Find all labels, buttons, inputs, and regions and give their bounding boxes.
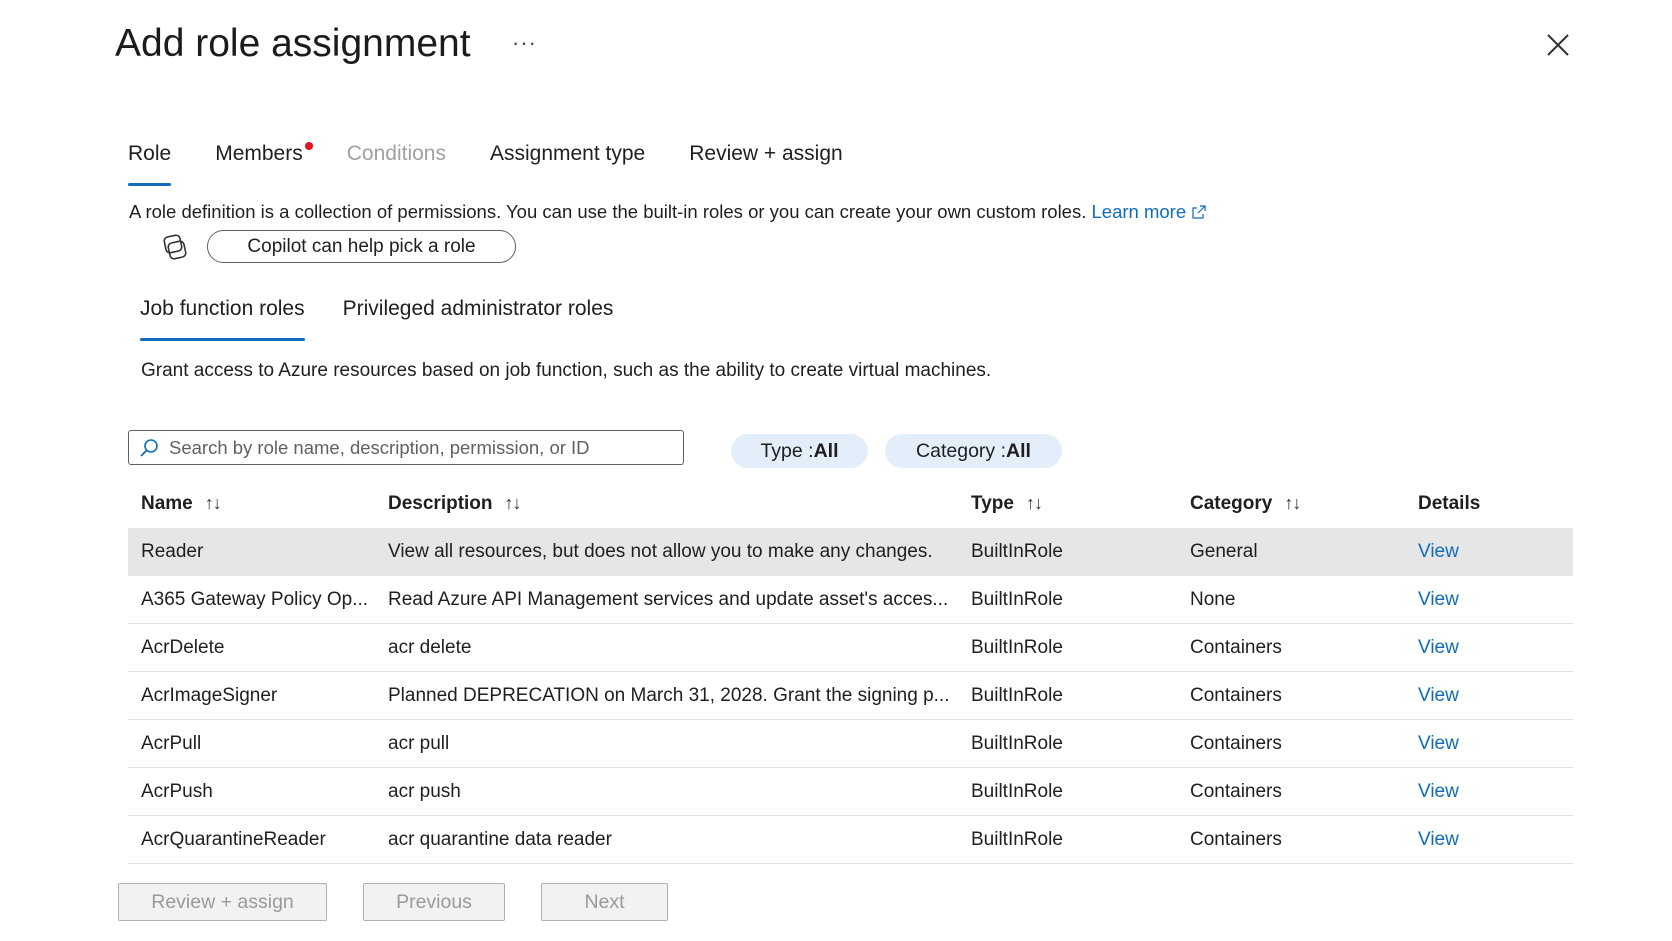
view-details-link[interactable]: View — [1418, 733, 1459, 755]
role-name: AcrPull — [141, 732, 202, 754]
role-category: General — [1190, 540, 1258, 562]
sort-icon[interactable]: ↑↓ — [505, 493, 522, 513]
role-name: Reader — [141, 540, 204, 562]
role-name: A365 Gateway Policy Op... — [141, 588, 369, 610]
tab-privileged-administrator-roles[interactable]: Privileged administrator roles — [343, 297, 614, 341]
tab-assignment-type[interactable]: Assignment type — [490, 142, 645, 186]
table-row[interactable]: AcrQuarantineReader acr quarantine data … — [128, 816, 1573, 864]
role-name: AcrQuarantineReader — [141, 828, 326, 850]
role-name: AcrPush — [141, 780, 213, 802]
role-type: BuiltInRole — [971, 684, 1063, 706]
role-category: Containers — [1190, 684, 1282, 706]
tab-role[interactable]: Role — [128, 142, 172, 186]
table-row[interactable]: Reader View all resources, but does not … — [128, 528, 1573, 576]
role-type: BuiltInRole — [971, 732, 1063, 754]
view-details-link[interactable]: View — [1418, 685, 1459, 707]
copilot-help-button[interactable]: Copilot can help pick a role — [207, 230, 516, 263]
view-details-link[interactable]: View — [1418, 541, 1459, 563]
close-button[interactable] — [1545, 32, 1571, 58]
role-name: AcrImageSigner — [141, 684, 278, 706]
tab-conditions[interactable]: Conditions — [347, 142, 446, 186]
wizard-tabs: Role Members Conditions Assignment type … — [128, 142, 887, 186]
column-header-category[interactable]: Category ↑↓ — [1190, 493, 1301, 515]
category-filter[interactable]: Category : All — [885, 434, 1062, 468]
role-description: Planned DEPRECATION on March 31, 2028. G… — [388, 684, 950, 706]
role-description: acr push — [388, 780, 461, 802]
role-category: None — [1190, 588, 1236, 610]
subtab-description: Grant access to Azure resources based on… — [141, 360, 992, 381]
copilot-icon — [160, 233, 190, 261]
notification-dot — [304, 142, 313, 150]
column-header-description[interactable]: Description ↑↓ — [388, 493, 522, 515]
sort-icon[interactable]: ↑↓ — [1026, 493, 1043, 513]
page-title: Add role assignment — [115, 22, 471, 65]
roles-table: Name ↑↓ Description ↑↓ Type ↑↓ Category ↑↓ D… — [128, 480, 1573, 864]
role-type: BuiltInRole — [971, 636, 1063, 658]
table-row[interactable]: AcrDelete acr delete BuiltInRole Contain… — [128, 624, 1573, 672]
role-type: BuiltInRole — [971, 540, 1063, 562]
role-description: View all resources, but does not allow y… — [388, 540, 933, 562]
previous-button[interactable]: Previous — [363, 883, 505, 921]
role-type: BuiltInRole — [971, 828, 1063, 850]
role-type: BuiltInRole — [971, 588, 1063, 610]
role-type: BuiltInRole — [971, 780, 1063, 802]
role-definition-description: A role definition is a collection of per… — [129, 201, 1206, 223]
tab-members[interactable]: Members — [215, 142, 313, 186]
search-icon — [140, 438, 158, 457]
column-header-type[interactable]: Type ↑↓ — [971, 493, 1043, 515]
table-header: Name ↑↓ Description ↑↓ Type ↑↓ Category ↑↓ D… — [128, 480, 1573, 528]
external-link-icon — [1192, 205, 1206, 219]
role-category-tabs: Job function roles Privileged administra… — [140, 297, 651, 341]
tab-review-assign[interactable]: Review + assign — [689, 142, 843, 186]
table-row[interactable]: AcrPush acr push BuiltInRole Containers … — [128, 768, 1573, 816]
role-name: AcrDelete — [141, 636, 225, 658]
column-header-details: Details — [1418, 493, 1481, 514]
view-details-link[interactable]: View — [1418, 829, 1459, 851]
role-category: Containers — [1190, 732, 1282, 754]
role-category: Containers — [1190, 780, 1282, 802]
role-description: acr delete — [388, 636, 472, 658]
table-row[interactable]: A365 Gateway Policy Op... Read Azure API… — [128, 576, 1573, 624]
next-button[interactable]: Next — [541, 883, 668, 921]
role-description: acr pull — [388, 732, 450, 754]
learn-more-link[interactable]: Learn more — [1092, 201, 1207, 222]
review-assign-button[interactable]: Review + assign — [118, 883, 327, 921]
table-row[interactable]: AcrImageSigner Planned DEPRECATION on Ma… — [128, 672, 1573, 720]
sort-icon[interactable]: ↑↓ — [205, 493, 222, 513]
role-category: Containers — [1190, 636, 1282, 658]
column-header-name[interactable]: Name ↑↓ — [141, 493, 222, 515]
view-details-link[interactable]: View — [1418, 781, 1459, 803]
role-description: acr quarantine data reader — [388, 828, 612, 850]
view-details-link[interactable]: View — [1418, 637, 1459, 659]
search-box[interactable] — [128, 430, 684, 465]
role-category: Containers — [1190, 828, 1282, 850]
search-input[interactable] — [167, 435, 651, 460]
view-details-link[interactable]: View — [1418, 589, 1459, 611]
role-description: Read Azure API Management services and u… — [388, 588, 949, 610]
sort-icon[interactable]: ↑↓ — [1284, 493, 1301, 513]
close-icon — [1547, 34, 1569, 56]
table-row[interactable]: AcrPull acr pull BuiltInRole Containers … — [128, 720, 1573, 768]
more-options-button[interactable]: ··· — [512, 30, 537, 56]
type-filter[interactable]: Type : All — [731, 434, 868, 468]
tab-job-function-roles[interactable]: Job function roles — [140, 297, 305, 341]
